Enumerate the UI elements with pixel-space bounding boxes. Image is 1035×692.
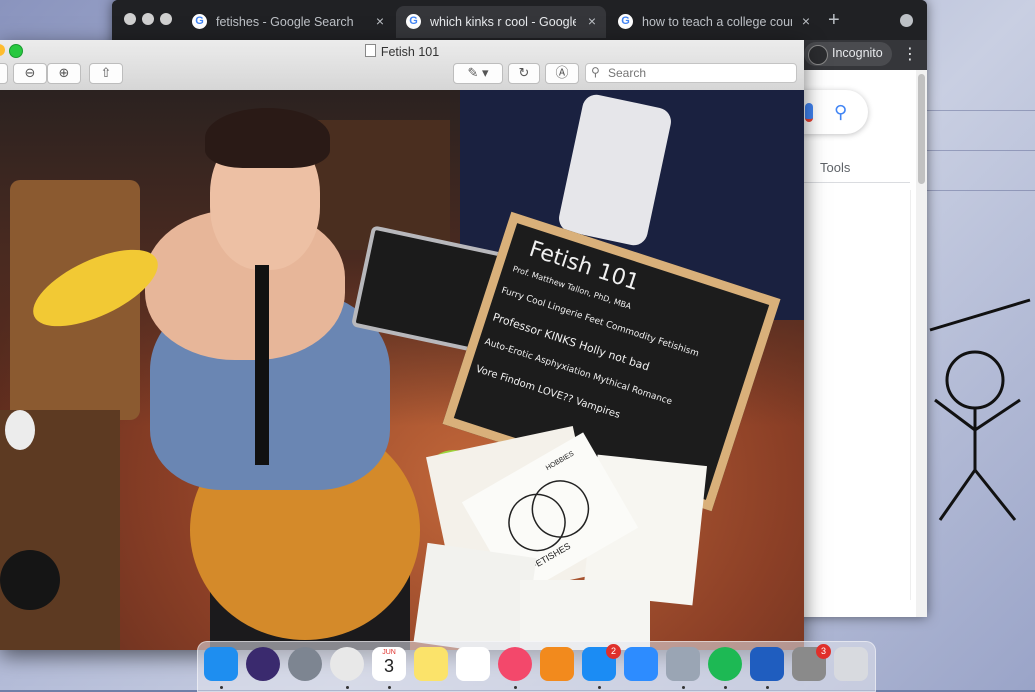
search-icon: ⚲ [591,65,600,79]
window-zoom-light[interactable] [160,13,172,25]
chalkboard-text: Vore Findom LOVE?? Vampires [474,363,622,421]
running-indicator [346,686,349,689]
tab-college-course-search[interactable]: G how to teach a college course × [608,6,820,38]
incognito-badge[interactable]: Incognito [804,42,892,66]
running-indicator [220,686,223,689]
hair [205,108,330,168]
running-indicator [388,686,391,689]
finder-icon[interactable] [204,647,238,681]
paper-rule [920,150,1035,151]
results-area [802,190,911,600]
reminders-icon[interactable] [456,647,490,681]
running-indicator [598,686,601,689]
google-favicon-icon: G [192,14,207,29]
calendar-month: JUN [382,649,396,656]
window-title: Fetish 101 [0,44,804,59]
search-input[interactable] [606,65,795,81]
zoom-in-button[interactable]: ⊕ [47,63,81,84]
lamp [0,550,60,610]
calendar-day: 3 [383,656,394,676]
running-indicator [766,686,769,689]
photo-image: Fetish 101 Prof. Matthew Tallon, PhD, MB… [0,90,804,650]
word-icon[interactable] [750,647,784,681]
itunes-icon[interactable] [498,647,532,681]
running-indicator [514,686,517,689]
zoom-out-icon: ⊖ [24,65,36,80]
share-icon: ⇧ [100,65,112,80]
paper-rule [920,110,1035,111]
preview-window[interactable]: Fetish 101 ⊖ ⊕ ⇧ ✎ ▾ ↻ Ⓐ ⚲ Fetish 101 Pr… [0,40,804,650]
incognito-label: Incognito [832,46,883,60]
siri-icon[interactable] [246,647,280,681]
google-favicon-icon: G [406,14,421,29]
preview-titlebar: Fetish 101 ⊖ ⊕ ⇧ ✎ ▾ ↻ Ⓐ ⚲ [0,40,804,91]
sidebar-toggle-button[interactable] [0,63,8,84]
paper-sheet [413,542,537,650]
tab-search-icon[interactable] [900,14,913,27]
share-button[interactable]: ⇧ [89,63,123,84]
annotate-button[interactable]: Ⓐ [545,63,579,84]
microphone-icon[interactable] [805,103,813,122]
tools-button[interactable]: Tools [820,160,850,175]
window-close-light[interactable] [124,13,136,25]
calendar-icon[interactable]: JUN 3 [372,647,406,681]
dock: JUN 3 2 3 [197,641,876,692]
tab-fetishes-search[interactable]: G fetishes - Google Search × [182,6,394,38]
divider [802,182,910,183]
search-field[interactable]: ⚲ [585,63,797,83]
window-title-text: Fetish 101 [380,45,440,59]
chrome-icon[interactable] [330,647,364,681]
zoom-in-icon: ⊕ [58,65,70,80]
zoom-out-button[interactable]: ⊖ [13,63,47,84]
trash-icon[interactable] [834,647,868,681]
google-favicon-icon: G [618,14,633,29]
preview-icon[interactable] [666,647,700,681]
rotate-icon: ↻ [518,65,530,80]
tab-title: which kinks r cool - Google Search [430,15,576,29]
system-preferences-badge: 3 [816,644,831,659]
app-store-badge: 2 [606,644,621,659]
alarm-clock [5,410,35,450]
paper-rule [920,190,1035,191]
books-icon[interactable] [540,647,574,681]
tab-kinks-search[interactable]: G which kinks r cool - Google Search × [396,6,606,38]
tab-close-icon[interactable]: × [376,13,384,29]
tab-title: how to teach a college course [642,15,792,29]
incognito-icon [808,45,828,65]
paper-sheet [520,580,650,650]
document-icon [364,44,376,57]
window-minimize-light[interactable] [142,13,154,25]
new-tab-button[interactable]: + [828,9,840,32]
spotify-icon[interactable] [708,647,742,681]
launchpad-icon[interactable] [288,647,322,681]
magnifier-icon[interactable]: ⚲ [834,102,847,123]
annotate-icon: Ⓐ [555,65,569,80]
chrome-tab-strip: G fetishes - Google Search × G which kin… [112,0,927,40]
tab-close-icon[interactable]: × [802,13,810,29]
zoom-icon[interactable] [624,647,658,681]
tab-close-icon[interactable]: × [588,13,596,29]
rotate-button[interactable]: ↻ [508,63,540,84]
chrome-menu-icon[interactable]: ⋮ [902,44,918,64]
tab-title: fetishes - Google Search [216,15,354,29]
stick-figure-drawing [929,298,1031,521]
markup-pen-icon: ✎ ▾ [467,65,489,80]
scrollbar-thumb[interactable] [918,74,925,184]
markup-pen-button[interactable]: ✎ ▾ [453,63,503,84]
notes-icon[interactable] [414,647,448,681]
google-search-box[interactable]: ⚲ [802,90,868,134]
google-results-page: ⚲ Tools [802,70,927,617]
tie [255,265,269,465]
running-indicator [724,686,727,689]
scrollbar[interactable] [916,70,927,617]
running-indicator [682,686,685,689]
